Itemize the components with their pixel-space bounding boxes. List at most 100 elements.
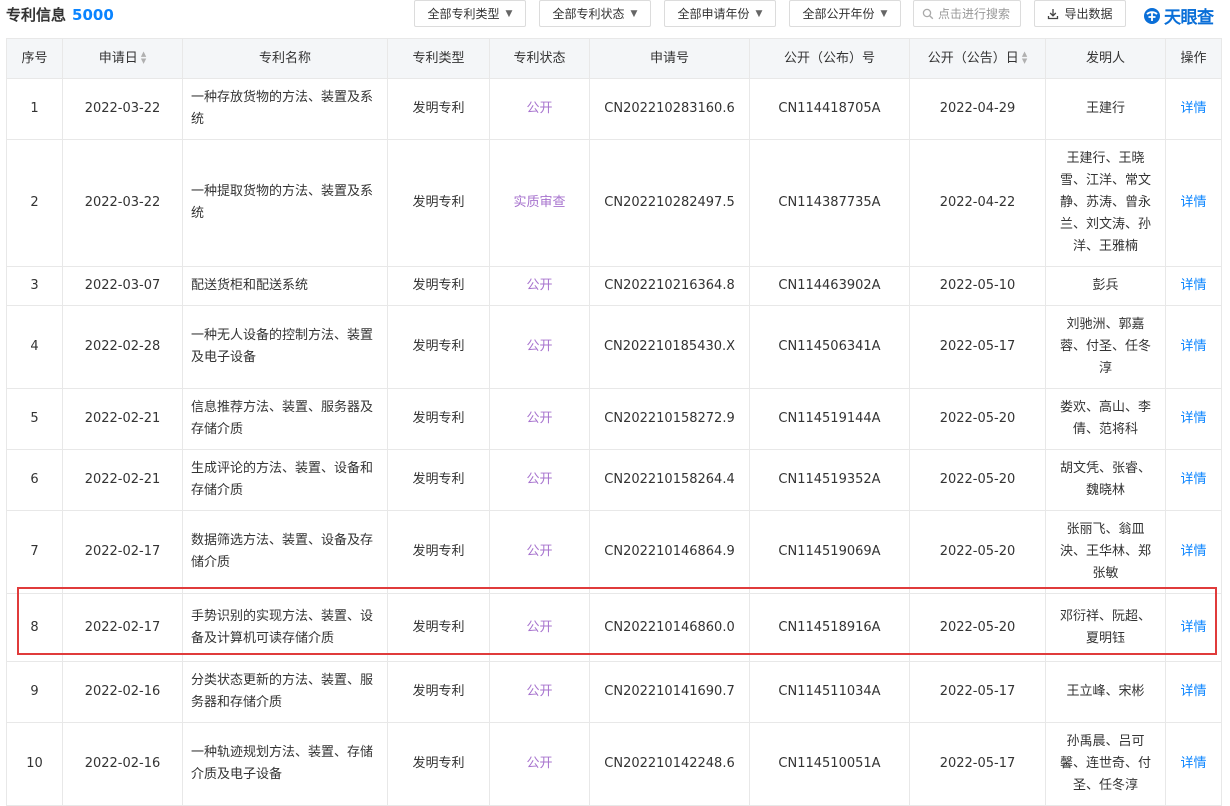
cell-apply-date: 2022-03-22 bbox=[62, 139, 183, 267]
detail-link[interactable]: 详情 bbox=[1165, 305, 1222, 389]
cell-pub-date: 2022-05-17 bbox=[909, 661, 1046, 723]
cell-pub-no: CN114511034A bbox=[749, 661, 910, 723]
sort-icon[interactable]: ▲ ▼ bbox=[1022, 51, 1027, 65]
detail-link[interactable]: 详情 bbox=[1165, 78, 1222, 140]
cell-type: 发明专利 bbox=[387, 139, 490, 267]
column-header-name: 专利名称 bbox=[182, 38, 388, 79]
toolbar: 专利信息 5000 全部专利类型 ▼ 全部专利状态 ▼ 全部申请年份 ▼ 全部公开年份 ▼… bbox=[0, 0, 1230, 30]
cell-inventors: 彭兵 bbox=[1045, 266, 1166, 306]
caret-down-icon: ▼ bbox=[630, 8, 638, 19]
column-header-label: 专利名称 bbox=[258, 50, 311, 66]
tianyancha-logo[interactable]: 天眼查 bbox=[1143, 3, 1214, 28]
detail-link[interactable]: 详情 bbox=[1165, 593, 1222, 662]
sort-icon[interactable]: ▲ ▼ bbox=[141, 51, 146, 65]
cell-pub-no: CN114519352A bbox=[749, 449, 910, 511]
patent-status-filter[interactable]: 全部专利状态 ▼ bbox=[539, 0, 651, 27]
cell-apply-no: CN202210216364.8 bbox=[589, 266, 750, 306]
patent-table: 序号 申请日 ▲ ▼ 专利名称 专利类型 专利状态 申请号 公开（公布）号 公开（公… bbox=[6, 38, 1222, 806]
search-input[interactable]: 点击进行搜索 bbox=[913, 0, 1021, 27]
table-row: 1 2022-03-22 一种存放货物的方法、装置及系统 发明专利 公开 CN202210… bbox=[6, 78, 1222, 140]
filter-label: 全部专利类型 bbox=[427, 7, 500, 21]
cell-pub-date: 2022-05-20 bbox=[909, 388, 1046, 450]
cell-apply-date: 2022-03-22 bbox=[62, 78, 183, 140]
export-button[interactable]: 导出数据 bbox=[1034, 0, 1126, 27]
cell-inventors: 娄欢、高山、李倩、范将科 bbox=[1045, 388, 1166, 450]
cell-type: 发明专利 bbox=[387, 305, 490, 389]
cell-pub-no: CN114518916A bbox=[749, 593, 910, 662]
column-header-apply-date[interactable]: 申请日 ▲ ▼ bbox=[62, 38, 183, 79]
cell-apply-date: 2022-02-21 bbox=[62, 388, 183, 450]
search-placeholder: 点击进行搜索 bbox=[938, 7, 1011, 21]
cell-pub-no: CN114519144A bbox=[749, 388, 910, 450]
cell-apply-no: CN202210141690.7 bbox=[589, 661, 750, 723]
search-icon bbox=[922, 8, 934, 19]
table-row: 3 2022-03-07 配送货柜和配送系统 发明专利 公开 CN202210216364… bbox=[6, 266, 1222, 306]
cell-name: 一种轨迹规划方法、装置、存储介质及电子设备 bbox=[182, 722, 388, 806]
filter-label: 全部公开年份 bbox=[802, 7, 875, 21]
cell-apply-no: CN202210283160.6 bbox=[589, 78, 750, 140]
detail-link[interactable]: 详情 bbox=[1165, 722, 1222, 806]
column-header-pub-date[interactable]: 公开（公告）日 ▲ ▼ bbox=[909, 38, 1046, 79]
patent-type-filter[interactable]: 全部专利类型 ▼ bbox=[414, 0, 526, 27]
table-row: 2 2022-03-22 一种提取货物的方法、装置及系统 发明专利 实质审查 CN2022… bbox=[6, 139, 1222, 267]
cell-type: 发明专利 bbox=[387, 388, 490, 450]
detail-link[interactable]: 详情 bbox=[1165, 388, 1222, 450]
cell-apply-date: 2022-03-07 bbox=[62, 266, 183, 306]
cell-inventors: 张丽飞、翁皿泱、王华林、郑张敏 bbox=[1045, 510, 1166, 594]
table-body: 1 2022-03-22 一种存放货物的方法、装置及系统 发明专利 公开 CN202210… bbox=[6, 78, 1222, 806]
cell-apply-date: 2022-02-17 bbox=[62, 510, 183, 594]
detail-link[interactable]: 详情 bbox=[1165, 449, 1222, 511]
cell-name: 分类状态更新的方法、装置、服务器和存储介质 bbox=[182, 661, 388, 723]
caret-down-icon: ▼ bbox=[880, 8, 888, 19]
column-header-label: 公开（公告）日 bbox=[927, 50, 1019, 66]
download-icon bbox=[1048, 8, 1059, 19]
column-header-label: 序号 bbox=[21, 50, 48, 66]
detail-link[interactable]: 详情 bbox=[1165, 139, 1222, 267]
detail-link[interactable]: 详情 bbox=[1165, 266, 1222, 306]
detail-link[interactable]: 详情 bbox=[1165, 510, 1222, 594]
column-header-label: 发明人 bbox=[1085, 50, 1125, 66]
cell-inventors: 王立峰、宋彬 bbox=[1045, 661, 1166, 723]
cell-apply-no: CN202210185430.X bbox=[589, 305, 750, 389]
cell-no: 3 bbox=[6, 266, 63, 306]
column-header-apply-no: 申请号 bbox=[589, 38, 750, 79]
column-header-label: 申请号 bbox=[649, 50, 689, 66]
page-title: 专利信息 5000 bbox=[6, 4, 114, 25]
cell-no: 2 bbox=[6, 139, 63, 267]
column-header-label: 操作 bbox=[1180, 50, 1207, 66]
result-count: 5000 bbox=[72, 6, 114, 24]
table-row: 7 2022-02-17 数据筛选方法、装置、设备及存储介质 发明专利 公开 CN2022… bbox=[6, 510, 1222, 594]
cell-pub-no: CN114387735A bbox=[749, 139, 910, 267]
column-header-no: 序号 bbox=[6, 38, 63, 79]
apply-year-filter[interactable]: 全部申请年份 ▼ bbox=[664, 0, 776, 27]
table-row: 10 2022-02-16 一种轨迹规划方法、装置、存储介质及电子设备 发明专利 公开 C… bbox=[6, 722, 1222, 806]
cell-no: 5 bbox=[6, 388, 63, 450]
cell-status: 实质审查 bbox=[489, 139, 590, 267]
cell-apply-no: CN202210158272.9 bbox=[589, 388, 750, 450]
table-row: 6 2022-02-21 生成评论的方法、装置、设备和存储介质 发明专利 公开 CN202… bbox=[6, 449, 1222, 511]
table-row: 8 2022-02-17 手势识别的实现方法、装置、设备及计算机可读存储介质 发明专利… bbox=[6, 593, 1222, 662]
cell-pub-no: CN114510051A bbox=[749, 722, 910, 806]
cell-apply-no: CN202210142248.6 bbox=[589, 722, 750, 806]
publish-year-filter[interactable]: 全部公开年份 ▼ bbox=[789, 0, 901, 27]
detail-link[interactable]: 详情 bbox=[1165, 661, 1222, 723]
column-header-label: 专利状态 bbox=[513, 50, 566, 66]
logo-text: 天眼查 bbox=[1164, 8, 1214, 28]
column-header-label: 公开（公布）号 bbox=[783, 50, 875, 66]
cell-status: 公开 bbox=[489, 449, 590, 511]
cell-name: 一种提取货物的方法、装置及系统 bbox=[182, 139, 388, 267]
cell-inventors: 邓衍祥、阮超、夏明钰 bbox=[1045, 593, 1166, 662]
cell-no: 10 bbox=[6, 722, 63, 806]
cell-no: 8 bbox=[6, 593, 63, 662]
cell-status: 公开 bbox=[489, 593, 590, 662]
export-label: 导出数据 bbox=[1064, 7, 1113, 21]
column-header-status: 专利状态 bbox=[489, 38, 590, 79]
cell-type: 发明专利 bbox=[387, 722, 490, 806]
cell-no: 9 bbox=[6, 661, 63, 723]
filter-label: 全部申请年份 bbox=[677, 7, 750, 21]
cell-name: 一种无人设备的控制方法、装置及电子设备 bbox=[182, 305, 388, 389]
cell-status: 公开 bbox=[489, 722, 590, 806]
table-header-row: 序号 申请日 ▲ ▼ 专利名称 专利类型 专利状态 申请号 公开（公布）号 公开（公… bbox=[6, 38, 1222, 79]
cell-apply-no: CN202210146864.9 bbox=[589, 510, 750, 594]
cell-status: 公开 bbox=[489, 305, 590, 389]
